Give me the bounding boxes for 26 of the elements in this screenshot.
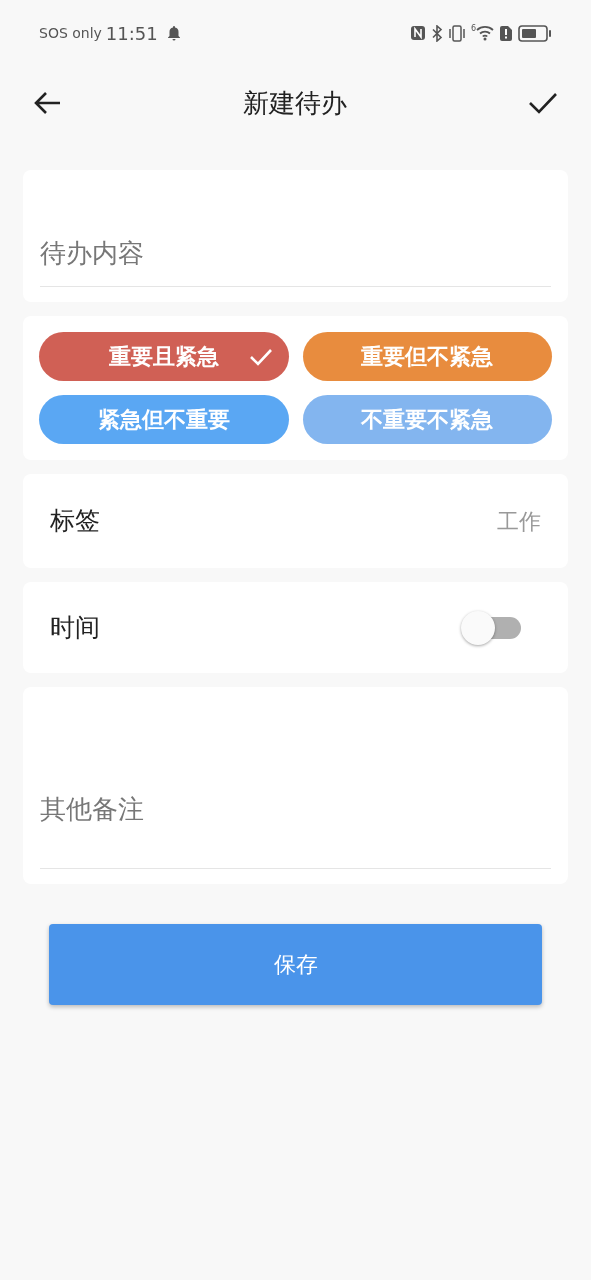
tag-label: 标签 bbox=[50, 505, 100, 538]
save-button[interactable]: 保存 bbox=[49, 924, 542, 1005]
priority-chip[interactable]: 不重要不紧急 bbox=[302, 395, 552, 444]
time-switch[interactable] bbox=[461, 609, 521, 646]
bell-icon bbox=[165, 25, 182, 41]
carrier-label: SOS only bbox=[39, 23, 102, 43]
back-arrow-icon bbox=[33, 91, 61, 115]
tag-row[interactable]: 标签 工作 bbox=[23, 474, 568, 568]
notes-field[interactable]: 其他备注 bbox=[23, 687, 568, 884]
clock: 11:51 bbox=[105, 21, 158, 46]
priority-chip[interactable]: 重要且紧急 bbox=[39, 332, 289, 381]
battery-icon bbox=[518, 24, 552, 42]
content-field[interactable]: 待办内容 bbox=[23, 170, 568, 302]
time-label: 时间 bbox=[50, 611, 100, 644]
nfc-icon bbox=[409, 25, 426, 41]
check-icon bbox=[248, 347, 273, 366]
priority-chip[interactable]: 紧急但不重要 bbox=[39, 395, 289, 444]
wifi-generation-label: 6 bbox=[470, 25, 476, 33]
priority-chip[interactable]: 重要但不紧急 bbox=[302, 332, 552, 381]
wifi-icon bbox=[476, 25, 494, 41]
page-title: 新建待办 bbox=[242, 86, 347, 120]
check-icon bbox=[528, 91, 558, 115]
sim-alert-icon bbox=[499, 24, 513, 42]
vibrate-icon bbox=[447, 24, 466, 42]
bluetooth-icon bbox=[430, 24, 443, 42]
tag-value: 工作 bbox=[497, 507, 541, 536]
